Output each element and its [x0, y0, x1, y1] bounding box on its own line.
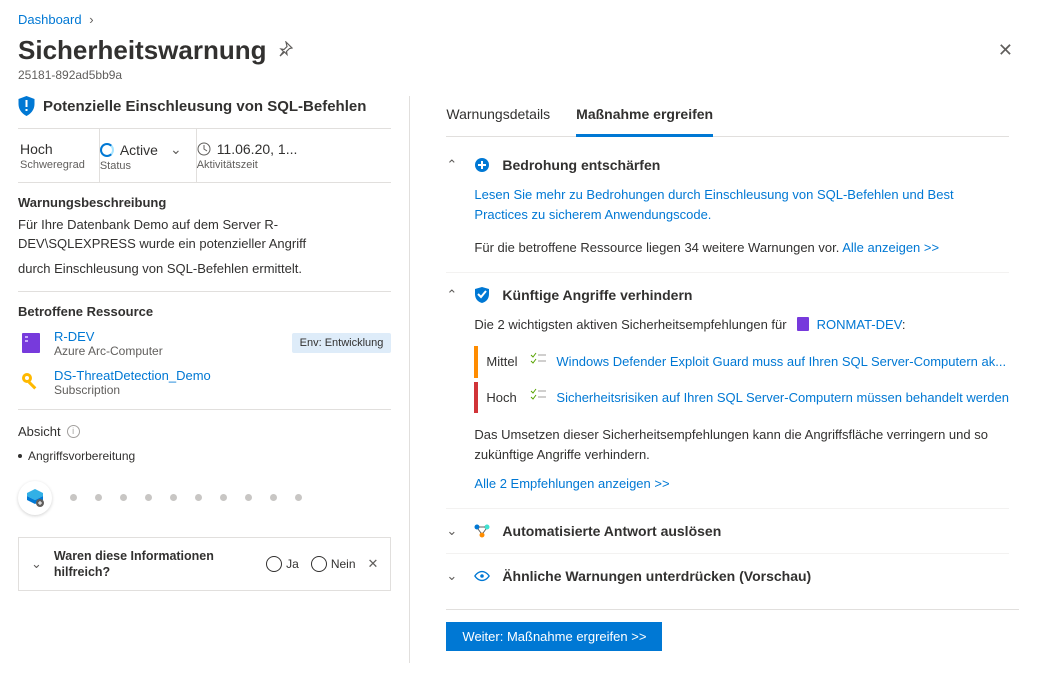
- section-automate-title: Automatisierte Antwort auslösen: [502, 523, 721, 539]
- severity-value: Hoch: [20, 141, 85, 157]
- kill-chain-progress: [18, 481, 391, 515]
- stats-row: Hoch Schweregrad Active ⌄ Status 11.06.2…: [18, 129, 391, 183]
- section-prevent: ⌃ Künftige Angriffe verhindern Die 2 wic…: [446, 273, 1009, 509]
- close-button[interactable]: ✕: [992, 36, 1019, 65]
- close-icon[interactable]: ✕: [368, 556, 379, 572]
- shield-check-icon: [474, 287, 490, 303]
- tab-bar: Warnungsdetails Maßnahme ergreifen: [446, 96, 1009, 137]
- resource-type: Azure Arc-Computer: [54, 344, 282, 358]
- resource-item: R-DEV Azure Arc-Computer Env: Entwicklun…: [18, 329, 391, 358]
- chevron-right-icon: ›: [89, 12, 93, 27]
- section-automate-toggle[interactable]: ⌄ Automatisierte Antwort auslösen: [446, 523, 1009, 539]
- chevron-down-icon: ⌄: [170, 141, 182, 158]
- next-button[interactable]: Weiter: Maßnahme ergreifen >>: [446, 622, 662, 651]
- defuse-icon: [474, 157, 490, 173]
- prevent-note: Das Umsetzen dieser Sicherheitsempfehlun…: [474, 425, 1009, 464]
- tab-take-action[interactable]: Maßnahme ergreifen: [576, 96, 713, 137]
- severity-badge: Mittel: [478, 352, 524, 372]
- status-value: Active: [120, 142, 158, 158]
- section-mitigate: ⌃ Bedrohung entschärfen Lesen Sie mehr z…: [446, 143, 1009, 273]
- section-suppress-toggle[interactable]: ⌄ Ähnliche Warnungen unterdrücken (Vorsc…: [446, 568, 1009, 584]
- spinner-icon: [100, 143, 114, 157]
- mitigate-text-2: Für die betroffene Ressource liegen 34 w…: [474, 240, 842, 255]
- checklist-icon: [530, 388, 550, 408]
- prevent-all-link[interactable]: Alle 2 Empfehlungen anzeigen >>: [474, 474, 1009, 494]
- severity-label: Schweregrad: [20, 159, 85, 171]
- feedback-bar: ⌄ Waren diese Informationen hilfreich? J…: [18, 537, 391, 592]
- key-icon: [18, 369, 44, 395]
- severity-badge: Hoch: [478, 388, 524, 408]
- server-icon: [18, 330, 44, 356]
- section-mitigate-title: Bedrohung entschärfen: [502, 157, 660, 173]
- feedback-no[interactable]: Nein: [311, 556, 356, 572]
- env-badge: Env: Entwicklung: [292, 333, 392, 353]
- page-title: Sicherheitswarnung: [18, 35, 267, 66]
- shield-icon: [18, 96, 35, 116]
- mitigate-show-all-link[interactable]: Alle anzeigen >>: [842, 240, 939, 255]
- checklist-icon: [530, 352, 550, 372]
- stage-active-icon: [18, 481, 52, 515]
- chevron-up-icon: ⌃: [446, 157, 462, 173]
- chevron-down-icon[interactable]: ⌄: [31, 556, 42, 572]
- intent-heading: Absicht: [18, 424, 61, 439]
- chevron-up-icon: ⌃: [446, 287, 462, 303]
- recommendation-row[interactable]: Mittel Windows Defender Exploit Guard mu…: [474, 346, 1009, 378]
- eye-off-icon: [474, 568, 490, 584]
- info-icon[interactable]: i: [67, 425, 80, 438]
- section-suppress-title: Ähnliche Warnungen unterdrücken (Vorscha…: [502, 568, 811, 584]
- breadcrumb: Dashboard ›: [18, 12, 1019, 29]
- resource-heading: Betroffene Ressource: [18, 304, 391, 319]
- alert-id: 25181-892ad5bb9a: [18, 68, 1019, 82]
- prevent-target-link[interactable]: RONMAT-DEV: [817, 317, 902, 332]
- activity-time-value: 11.06.20, 1...: [217, 141, 298, 157]
- mitigate-link-1[interactable]: Lesen Sie mehr zu Bedrohungen durch Eins…: [474, 185, 1009, 224]
- description-heading: Warnungsbeschreibung: [18, 195, 391, 210]
- tab-details[interactable]: Warnungsdetails: [446, 96, 550, 136]
- section-suppress: ⌄ Ähnliche Warnungen unterdrücken (Vorsc…: [446, 554, 1009, 598]
- chevron-down-icon: ⌄: [446, 523, 462, 539]
- recommendation-link[interactable]: Windows Defender Exploit Guard muss auf …: [556, 346, 1009, 378]
- prevent-intro: Die 2 wichtigsten aktiven Sicherheitsemp…: [474, 317, 786, 332]
- status-dropdown[interactable]: Active ⌄ Status: [100, 129, 197, 182]
- alert-title: Potenzielle Einschleusung von SQL-Befehl…: [43, 98, 366, 115]
- section-prevent-toggle[interactable]: ⌃ Künftige Angriffe verhindern: [446, 287, 1009, 303]
- resource-name[interactable]: R-DEV: [54, 329, 282, 344]
- section-mitigate-toggle[interactable]: ⌃ Bedrohung entschärfen: [446, 157, 1009, 173]
- recommendation-row[interactable]: Hoch Sicherheitsrisiken auf Ihren SQL Se…: [474, 382, 1009, 414]
- breadcrumb-home[interactable]: Dashboard: [18, 12, 82, 27]
- section-automate: ⌄ Automatisierte Antwort auslösen: [446, 509, 1009, 554]
- description-text-2: durch Einschleusung von SQL-Befehlen erm…: [18, 260, 391, 279]
- activity-time-label: Aktivitätszeit: [197, 159, 298, 171]
- server-icon: [797, 317, 809, 331]
- resource-name[interactable]: DS-ThreatDetection_Demo: [54, 368, 391, 383]
- clock-icon: [197, 142, 211, 156]
- recommendation-link[interactable]: Sicherheitsrisiken auf Ihren SQL Server-…: [556, 382, 1009, 414]
- workflow-icon: [474, 523, 490, 539]
- feedback-question: Waren diese Informationen hilfreich?: [54, 548, 254, 581]
- description-text-1: Für Ihre Datenbank Demo auf dem Server R…: [18, 216, 391, 254]
- feedback-yes[interactable]: Ja: [266, 556, 299, 572]
- intent-stage: Angriffsvorbereitung: [18, 449, 391, 463]
- pin-icon[interactable]: [277, 41, 293, 60]
- chevron-down-icon: ⌄: [446, 568, 462, 584]
- resource-item: DS-ThreatDetection_Demo Subscription: [18, 368, 391, 397]
- section-prevent-title: Künftige Angriffe verhindern: [502, 287, 692, 303]
- resource-type: Subscription: [54, 383, 391, 397]
- status-label: Status: [100, 160, 182, 172]
